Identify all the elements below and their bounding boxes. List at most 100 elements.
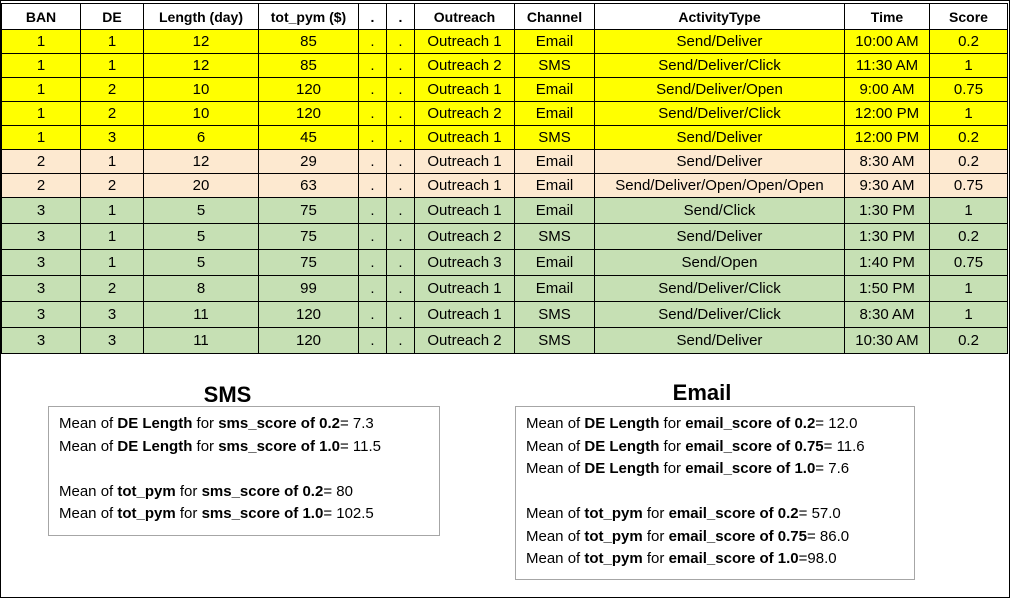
table-cell: 12:00 PM [844, 125, 930, 150]
table-cell: Outreach 2 [414, 101, 515, 126]
column-header: Outreach [414, 3, 515, 30]
table-cell: 11 [143, 301, 259, 328]
summary-text: for [175, 505, 202, 522]
table-cell: SMS [514, 125, 595, 150]
table-cell: 0.2 [929, 327, 1008, 354]
table-cell: . [358, 101, 387, 126]
summary-line: Mean of DE Length for email_score of 0.2… [526, 413, 904, 436]
table-cell: 1 [929, 101, 1008, 126]
table-cell: . [386, 301, 415, 328]
table-cell: . [358, 275, 387, 302]
summary-line: Mean of tot_pym for email_score of 1.0=9… [526, 548, 904, 571]
table-cell: Email [514, 197, 595, 224]
table-cell: 0.2 [929, 223, 1008, 250]
table-cell: Send/Deliver/Open [594, 77, 845, 102]
summary-text: Mean of [59, 437, 118, 455]
table-cell: 5 [143, 223, 259, 250]
table-cell: 0.75 [929, 249, 1008, 276]
table-cell: 3 [1, 327, 81, 354]
table-cell: . [358, 29, 387, 54]
email-summary-box: Mean of DE Length for email_score of 0.2… [515, 406, 915, 580]
table-cell: . [358, 149, 387, 174]
table-cell: 6 [143, 125, 259, 150]
table-cell: Outreach 2 [414, 327, 515, 354]
table-cell: 3 [80, 301, 144, 328]
table-cell: 63 [258, 173, 359, 198]
table-cell: 45 [258, 125, 359, 150]
table-cell: 1 [1, 53, 81, 78]
summary-text: = 102.5 [323, 505, 374, 522]
table-cell: 12:00 PM [844, 101, 930, 126]
table-cell: 2 [1, 173, 81, 198]
summary-text: tot_pym [584, 527, 643, 545]
table-cell: Email [514, 275, 595, 302]
table-cell: 1 [80, 249, 144, 276]
table-cell: 120 [258, 101, 359, 126]
table-cell: Outreach 1 [414, 29, 515, 54]
table-cell: . [386, 125, 415, 150]
summary-text: Mean of [526, 527, 585, 545]
table-row: 3 3 11 120.. Outreach 2 SMS Send/Deliver 10:30 … [1, 327, 1008, 354]
table-cell: Send/Click [594, 197, 845, 224]
table-cell: 1 [929, 301, 1008, 328]
table-cell: 3 [1, 197, 81, 224]
table-cell: 85 [258, 29, 359, 54]
table-cell: 85 [258, 53, 359, 78]
table-cell: 2 [80, 101, 144, 126]
summary-line: Mean of tot_pym for sms_score of 0.2= 80 [59, 481, 429, 504]
table-cell: . [386, 101, 415, 126]
table-cell: 11 [143, 327, 259, 354]
table-cell: Outreach 1 [414, 275, 515, 302]
table-cell: Send/Open [594, 249, 845, 276]
table-cell: . [358, 327, 387, 354]
summary-text: email_score of 0.2 [685, 415, 816, 432]
summary-line: Mean of tot_pym for sms_score of 1.0= 10… [59, 503, 429, 526]
sms-summary-box: Mean of DE Length for sms_score of 0.2= … [48, 406, 440, 536]
table-cell: . [358, 301, 387, 328]
summary-text: = 11.5 [339, 437, 381, 455]
email-heading: Email [672, 380, 732, 405]
summary-text: tot_pym [584, 505, 643, 522]
table-cell: 8:30 AM [844, 149, 930, 174]
table-cell: 10:30 AM [844, 327, 930, 354]
table-cell: . [358, 77, 387, 102]
table-cell: 29 [258, 149, 359, 174]
table-cell: 5 [143, 197, 259, 224]
table-cell: Outreach 2 [414, 223, 515, 250]
table-cell: 8:30 AM [844, 301, 930, 328]
table-cell: . [358, 249, 387, 276]
table-cell: . [358, 53, 387, 78]
table-cell: 1 [1, 77, 81, 102]
summary-text: = 12.0 [815, 415, 858, 432]
summary-text: sms_score of 1.0 [218, 437, 340, 455]
table-cell: 5 [143, 249, 259, 276]
table-cell: 3 [80, 327, 144, 354]
table-cell: 10 [143, 77, 259, 102]
summary-text: = 86.0 [806, 527, 850, 545]
column-header: ActivityType [594, 3, 845, 30]
summary-text: = 11.6 [823, 437, 865, 455]
table-cell: 2 [80, 173, 144, 198]
table-cell: . [386, 275, 415, 302]
column-header: Score [929, 3, 1008, 30]
table-cell: Send/Deliver [594, 29, 845, 54]
summary-text: email_score of 0.75 [668, 527, 807, 545]
summary-text: tot_pym [584, 550, 643, 567]
table-cell: Send/Deliver/Click [594, 275, 845, 302]
table-cell: Outreach 1 [414, 173, 515, 198]
summary-text: for [659, 437, 686, 455]
table-cell: 1 [80, 53, 144, 78]
table-cell: 1 [1, 125, 81, 150]
table-cell: Email [514, 249, 595, 276]
column-header: . [358, 3, 387, 30]
summary-text: Mean of [526, 415, 585, 432]
table-row: 3 3 11 120.. Outreach 1 SMS Send/Deliver/Click… [1, 301, 1008, 328]
table-cell: . [386, 327, 415, 354]
table-cell: Email [514, 149, 595, 174]
table-row: 1 2 10 120.. Outreach 1 Email Send/Deliver/Ope… [1, 77, 1008, 102]
summary-text: email_score of 1.0 [668, 550, 799, 567]
summary-text: sms_score of 0.2 [218, 415, 340, 432]
table-row: 3 1 5 75.. Outreach 3 Email Send/Open 1:40 PM 0.… [1, 249, 1008, 276]
